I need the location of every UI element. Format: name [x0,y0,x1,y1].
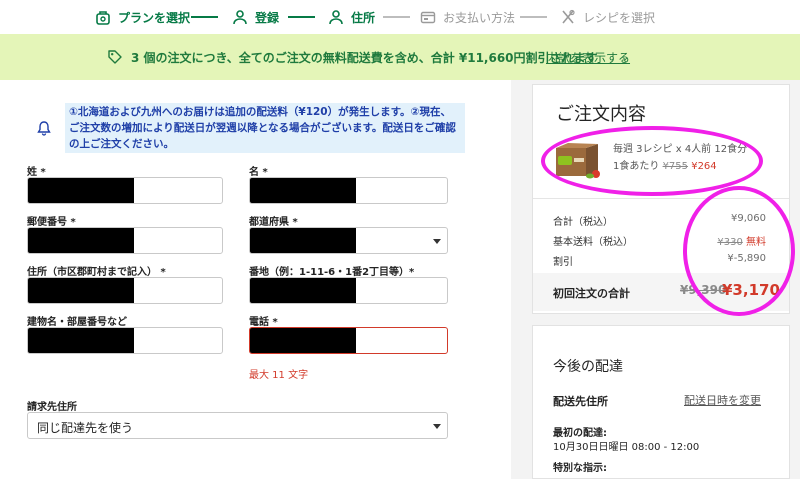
first-delivery-label: 最初の配達: [553,428,607,439]
checkout-steps: プランを選択 登録 住所 お支払い方法 レシピを選択 [0,0,800,34]
redacted-value [28,178,134,203]
price-per-meal: 1食あたり ¥755 ¥264 [613,157,717,172]
step-plan[interactable]: プランを選択 [95,8,190,26]
building-label: 建物名・部屋番号など [27,317,127,328]
street-field[interactable] [249,277,448,304]
first-delivery-value: 10月30日日曜日 08:00 - 12:00 [553,442,700,453]
redacted-value [250,228,356,253]
first-order-total-label: 初回注文の合計 [553,287,630,300]
first-name-label: 名 * [249,167,268,178]
redacted-value [28,328,134,353]
shipping-free: 無料 [746,237,766,248]
step-register[interactable]: 登録 [232,8,279,26]
upcoming-delivery-title: 今後の配達 [553,359,623,375]
phone-label: 電話 * [249,317,278,328]
caret-down-icon [433,424,441,429]
postal-code-field[interactable] [27,227,223,254]
redacted-value [250,178,356,203]
per-meal-new-price: ¥264 [691,161,717,172]
step-recipes-label: レシピを選択 [583,10,656,25]
subtotal-value: ¥9,060 [731,213,766,224]
discount-banner-text: 3 個の注文につき、全てのご注文の無料配送費を含め、合計 ¥11,660円割引さ… [131,51,598,65]
billing-address-select[interactable]: 同じ配達先を使う [27,412,448,439]
bag-icon [96,11,110,25]
shipping-label: 基本送料（税込） [553,237,633,248]
discount-label: 割引 [553,257,573,268]
redacted-value [250,328,356,353]
meal-box-icon [556,143,600,179]
last-name-field[interactable] [27,177,223,204]
per-meal-label: 1食あたり [613,161,660,172]
redacted-value [28,228,134,253]
step-address[interactable]: 住所 [328,8,375,26]
change-delivery-date-link[interactable]: 配送日時を変更 [684,392,761,408]
utensils-icon [562,9,575,24]
street-label: 番地（例：1-11-6・1番2丁目等）* [249,267,415,278]
show-breakdown-link[interactable]: 内訳を表示する [546,49,630,66]
phone-field[interactable] [249,327,448,354]
tag-icon [108,50,122,64]
shipping-value: ¥330 無料 [717,233,766,248]
step-separator [383,16,410,18]
special-instructions-label: 特別な指示: [553,463,607,474]
delivery-address-label: 配送先住所 [553,395,608,408]
order-summary-title: ご注文内容 [556,104,646,125]
billing-address-label: 請求先住所 [27,402,77,413]
redacted-value [250,278,356,303]
step-register-label: 登録 [255,10,280,25]
billing-address-value: 同じ配達先を使う [37,421,134,435]
step-separator [191,16,218,18]
discount-banner: 3 個の注文につき、全てのご注文の無料配送費を含め、合計 ¥11,660円割引さ… [0,34,800,80]
divider [533,198,789,199]
user-icon [329,10,343,25]
discount-value: ¥-5,890 [727,253,766,264]
step-plan-label: プランを選択 [118,10,191,25]
postal-code-label: 郵便番号 * [27,217,76,228]
first-name-field[interactable] [249,177,448,204]
city-label: 住所（市区郡町村まで記入） * [27,267,166,278]
shipping-notice-text: ①北海道および九州へのお届けは追加の配送料（¥120）が発生します。②現在、ご注… [65,103,465,153]
prefecture-select[interactable] [249,227,448,254]
redacted-value [28,278,134,303]
bell-icon [37,121,51,136]
step-payment: お支払い方法 [420,8,515,26]
user-icon [233,10,247,25]
building-field[interactable] [27,327,223,354]
card-icon [420,11,436,24]
step-address-label: 住所 [351,10,376,25]
plan-description: 毎週 3レシピ x 4人前 12食分 [613,144,748,155]
city-field[interactable] [27,277,223,304]
step-separator [288,16,315,18]
step-recipes: レシピを選択 [560,8,655,26]
first-order-old-total: ¥9,390 [680,283,727,297]
shipping-old-price: ¥330 [717,237,743,248]
last-name-label: 姓 * [27,167,46,178]
step-payment-label: お支払い方法 [443,10,516,25]
prefecture-label: 都道府県 * [249,217,298,228]
step-separator [520,16,547,18]
phone-error-message: 最大 11 文字 [249,370,309,381]
chevron-down-icon[interactable]: ⌄ [621,52,629,63]
per-meal-old-price: ¥755 [662,161,689,172]
shipping-notice: ①北海道および九州へのお届けは追加の配送料（¥120）が発生します。②現在、ご注… [25,103,465,153]
first-order-new-total: ¥3,170 [722,281,780,299]
subtotal-label: 合計（税込） [553,217,613,228]
caret-down-icon [433,239,441,244]
